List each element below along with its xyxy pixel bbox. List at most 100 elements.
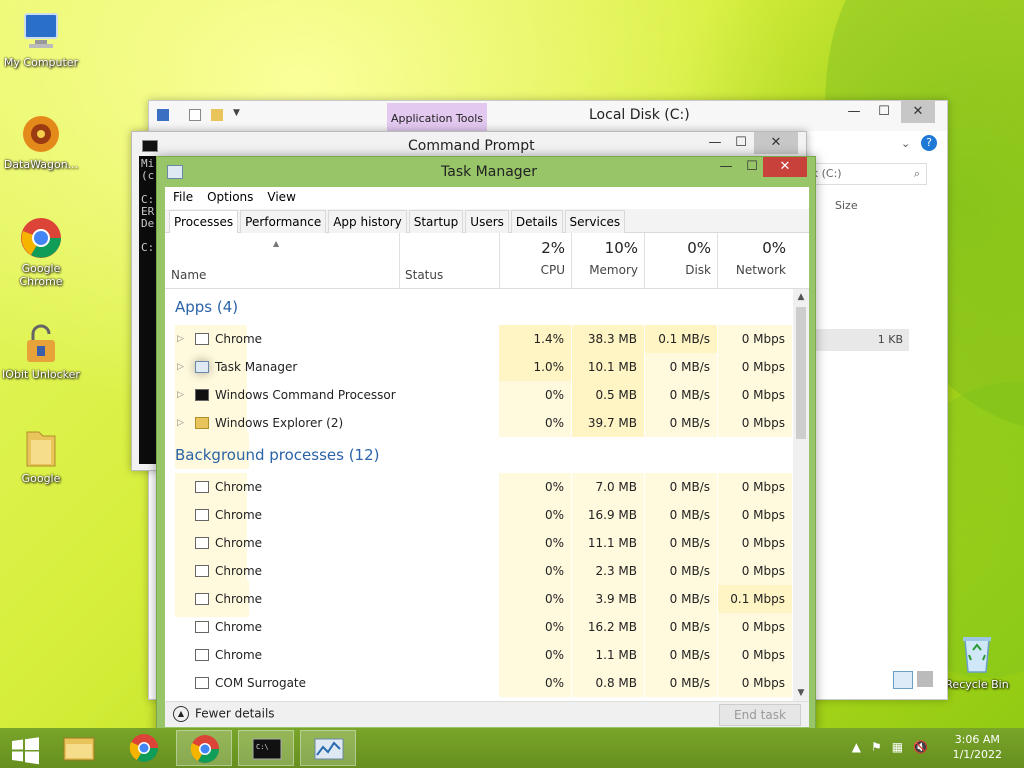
tab-performance[interactable]: Performance xyxy=(240,210,327,233)
process-row[interactable]: Chrome 0% 11.1 MB 0 MB/s 0 Mbps xyxy=(165,529,793,557)
large-icons-view-icon[interactable] xyxy=(917,671,933,687)
help-icon[interactable]: ? xyxy=(921,135,937,151)
menu-view[interactable]: View xyxy=(267,190,295,206)
memory-cell: 2.3 MB xyxy=(572,557,644,585)
maximize-button[interactable]: ☐ xyxy=(724,132,758,154)
memory-cell: 3.9 MB xyxy=(572,585,644,613)
desktop-icon-google-chrome[interactable]: Google Chrome xyxy=(0,216,82,288)
menu-options[interactable]: Options xyxy=(207,190,253,206)
quick-access-icon[interactable] xyxy=(157,109,169,121)
search-input[interactable]: sk (C:) ⌕ xyxy=(799,163,927,185)
file-size-cell[interactable]: 1 KB xyxy=(809,329,909,351)
task-manager-window[interactable]: Task Manager — ☐ ✕ File Options View Pro… xyxy=(156,156,816,734)
new-folder-icon[interactable] xyxy=(211,109,223,121)
tab-details[interactable]: Details xyxy=(510,210,563,233)
start-button[interactable] xyxy=(0,730,50,766)
memory-cell: 38.3 MB xyxy=(572,325,644,353)
column-header-disk[interactable]: 0% Disk xyxy=(645,233,717,289)
process-row[interactable]: ▷ Windows Explorer (2) 0% 39.7 MB 0 MB/s 0 Mb… xyxy=(165,409,793,437)
column-header-status[interactable]: Status xyxy=(405,268,443,282)
details-view-icon[interactable] xyxy=(893,671,913,689)
disk-cell: 0 MB/s xyxy=(645,501,717,529)
clock-date: 1/1/2022 xyxy=(952,748,1002,761)
tab-users[interactable]: Users xyxy=(465,210,509,233)
end-task-button[interactable]: End task xyxy=(719,704,801,726)
process-row[interactable]: Chrome 0% 3.9 MB 0 MB/s 0.1 Mbps xyxy=(165,585,793,613)
taskbar-clock[interactable]: 3:06 AM 1/1/2022 xyxy=(953,732,1002,762)
network-cell: 0 Mbps xyxy=(718,325,792,353)
desktop-icon-iobit-unlocker[interactable]: IObit Unlocker xyxy=(0,322,82,381)
taskbar-chrome-2[interactable] xyxy=(176,730,232,766)
tab-startup[interactable]: Startup xyxy=(408,210,464,233)
close-button[interactable]: ✕ xyxy=(754,132,798,154)
minimize-button[interactable]: — xyxy=(713,157,739,177)
task-manager-icon xyxy=(167,165,183,179)
column-header-name[interactable]: Name xyxy=(171,268,206,282)
app-window-icon xyxy=(195,649,209,661)
app-window-icon xyxy=(195,621,209,633)
column-header-cpu[interactable]: 2% CPU xyxy=(499,233,571,289)
maximize-button[interactable]: ☐ xyxy=(867,101,901,123)
menu-file[interactable]: File xyxy=(173,190,193,206)
group-title: Apps (4) xyxy=(175,298,239,316)
close-button[interactable]: ✕ xyxy=(901,101,935,123)
process-row[interactable]: ▷ Task Manager 1.0% 10.1 MB 0 MB/s 0 Mbps xyxy=(165,353,793,381)
show-hidden-icons-icon[interactable]: ▲ xyxy=(852,740,861,754)
close-button[interactable]: ✕ xyxy=(763,157,807,177)
scroll-up-icon[interactable]: ▲ xyxy=(793,289,809,305)
expand-arrow-icon[interactable]: ▷ xyxy=(177,353,184,381)
process-row[interactable]: Chrome 0% 1.1 MB 0 MB/s 0 Mbps xyxy=(165,641,793,669)
taskbar-file-explorer[interactable] xyxy=(52,730,108,766)
column-header-size[interactable]: Size xyxy=(835,199,858,212)
fewer-details-button[interactable]: ▲ Fewer details xyxy=(173,706,275,722)
app-window-icon xyxy=(195,481,209,493)
network-icon[interactable]: ▦ xyxy=(892,740,903,754)
action-center-flag-icon[interactable]: ⚑ xyxy=(871,740,882,754)
desktop-icon-datawagon[interactable]: DataWagon... xyxy=(0,112,82,171)
properties-icon[interactable] xyxy=(189,109,201,121)
process-row[interactable]: Chrome 0% 16.2 MB 0 MB/s 0 Mbps xyxy=(165,613,793,641)
expand-arrow-icon[interactable]: ▷ xyxy=(177,409,184,437)
folder-icon xyxy=(19,426,63,470)
application-tools-tab[interactable]: Application Tools xyxy=(387,103,487,131)
disk-percent: 0% xyxy=(687,239,711,257)
scroll-down-icon[interactable]: ▼ xyxy=(793,685,809,701)
process-row[interactable]: ▷ Chrome 1.4% 38.3 MB 0.1 MB/s 0 Mbps xyxy=(165,325,793,353)
explorer-title: Local Disk (C:) xyxy=(589,107,690,123)
explorer-titlebar[interactable]: ▼ Application Tools Local Disk (C:) — ☐ … xyxy=(149,101,947,131)
network-cell: 0 Mbps xyxy=(718,473,792,501)
cpu-cell: 1.0% xyxy=(499,353,571,381)
task-manager-titlebar[interactable]: Task Manager — ☐ ✕ xyxy=(157,157,815,187)
group-header: Background processes (12) xyxy=(165,437,793,617)
column-header-network[interactable]: 0% Network xyxy=(718,233,792,289)
volume-muted-icon[interactable]: 🔇 xyxy=(913,740,928,754)
memory-cell: 16.9 MB xyxy=(572,501,644,529)
tab-processes[interactable]: Processes xyxy=(169,210,239,234)
taskbar-chrome[interactable] xyxy=(116,730,172,766)
scrollbar-thumb[interactable] xyxy=(796,307,806,439)
process-row[interactable]: COM Surrogate 0% 0.8 MB 0 MB/s 0 Mbps xyxy=(165,669,793,697)
tab-services[interactable]: Services xyxy=(564,210,626,233)
desktop-icon-recycle-bin[interactable]: Recycle Bin xyxy=(936,632,1018,691)
maximize-button[interactable]: ☐ xyxy=(739,157,765,177)
disk-cell: 0 MB/s xyxy=(645,557,717,585)
taskbar-command-prompt[interactable]: C:\ xyxy=(238,730,294,766)
expand-arrow-icon[interactable]: ▷ xyxy=(177,325,184,353)
minimize-button[interactable]: — xyxy=(837,101,871,123)
process-row[interactable]: Chrome 0% 2.3 MB 0 MB/s 0 Mbps xyxy=(165,557,793,585)
disk-cell: 0 MB/s xyxy=(645,353,717,381)
chevron-down-icon[interactable]: ▼ xyxy=(233,108,240,118)
process-row[interactable]: Chrome 0% 16.9 MB 0 MB/s 0 Mbps xyxy=(165,501,793,529)
process-row[interactable]: Chrome 0% 7.0 MB 0 MB/s 0 Mbps xyxy=(165,473,793,501)
app-window-icon xyxy=(195,565,209,577)
expand-arrow-icon[interactable]: ▷ xyxy=(177,381,184,409)
column-header-memory[interactable]: 10% Memory xyxy=(572,233,644,289)
desktop-icon-google-folder[interactable]: Google xyxy=(0,426,82,485)
process-row[interactable]: ▷ Windows Command Processor 0% 0.5 MB 0 MB/s… xyxy=(165,381,793,409)
taskbar-task-manager[interactable] xyxy=(300,730,356,766)
desktop-icon-my-computer[interactable]: My Computer xyxy=(0,10,82,69)
taskbar: C:\ ▲ ⚑ ▦ 🔇 3:06 AM 1/1/2022 xyxy=(0,728,1024,768)
chevron-down-icon[interactable]: ⌄ xyxy=(901,137,910,150)
vertical-scrollbar[interactable]: ▲ ▼ xyxy=(793,289,809,701)
tab-app-history[interactable]: App history xyxy=(328,210,407,233)
